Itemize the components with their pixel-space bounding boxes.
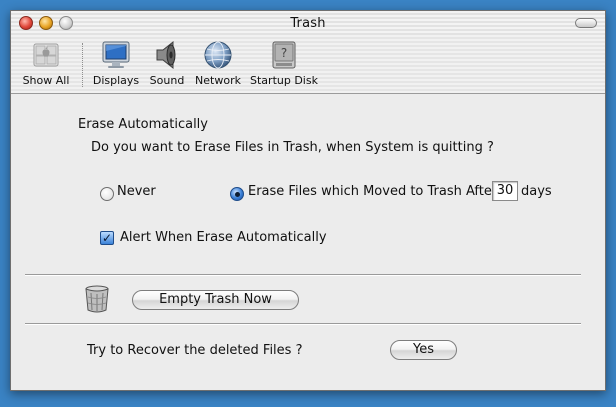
empty-trash-button[interactable]: Empty Trash Now: [132, 290, 299, 310]
speaker-icon: [151, 39, 183, 71]
preferences-toolbar: Show All Displays Sound Network ? Startu…: [11, 35, 605, 94]
section-divider: [25, 274, 581, 276]
toolbar-toggle-button[interactable]: [575, 18, 597, 28]
title-bar[interactable]: Trash: [11, 11, 605, 36]
toolbar-item-label: Network: [195, 74, 241, 87]
toolbar-separator: [82, 43, 83, 87]
toolbar-item-label: Sound: [149, 74, 185, 87]
hard-disk-icon: ?: [268, 39, 300, 71]
radio-never[interactable]: [100, 187, 114, 201]
toolbar-item-label: Displays: [92, 74, 140, 87]
globe-icon: [202, 39, 234, 71]
alert-checkbox[interactable]: ✓: [100, 231, 114, 245]
erase-heading: Erase Automatically: [78, 117, 208, 132]
toolbar-item-label: Startup Disk: [250, 74, 318, 87]
recover-yes-button[interactable]: Yes: [390, 340, 457, 360]
alert-checkbox-label[interactable]: Alert When Erase Automatically: [120, 230, 327, 245]
toolbar-item-network[interactable]: Network: [194, 39, 242, 87]
radio-erase-after[interactable]: [230, 187, 244, 201]
trash-can-icon: [83, 284, 111, 314]
toolbar-item-displays[interactable]: Displays: [91, 39, 141, 87]
svg-text:?: ?: [281, 46, 287, 60]
recover-question: Try to Recover the deleted Files ?: [87, 343, 303, 358]
toolbar-item-label: Show All: [22, 74, 70, 87]
trash-settings-pane: Erase Automatically Do you want to Erase…: [11, 94, 605, 390]
days-input[interactable]: 30: [492, 181, 518, 201]
toolbar-item-sound[interactable]: Sound: [147, 39, 187, 87]
erase-question: Do you want to Erase Files in Trash, whe…: [91, 140, 494, 155]
radio-erase-after-label[interactable]: Erase Files which Moved to Trash After: [248, 184, 497, 199]
radio-never-label[interactable]: Never: [117, 184, 156, 199]
toolbar-item-show-all[interactable]: Show All: [17, 39, 75, 87]
toolbar-item-startup-disk[interactable]: ? Startup Disk: [249, 39, 319, 87]
display-icon: [100, 39, 132, 71]
section-divider: [25, 323, 581, 325]
window-title: Trash: [290, 16, 326, 31]
apple-panes-icon: [30, 39, 62, 71]
trash-preferences-window: Trash Show All Displays Sound Network ? …: [10, 10, 606, 391]
days-unit-label: days: [521, 184, 552, 199]
